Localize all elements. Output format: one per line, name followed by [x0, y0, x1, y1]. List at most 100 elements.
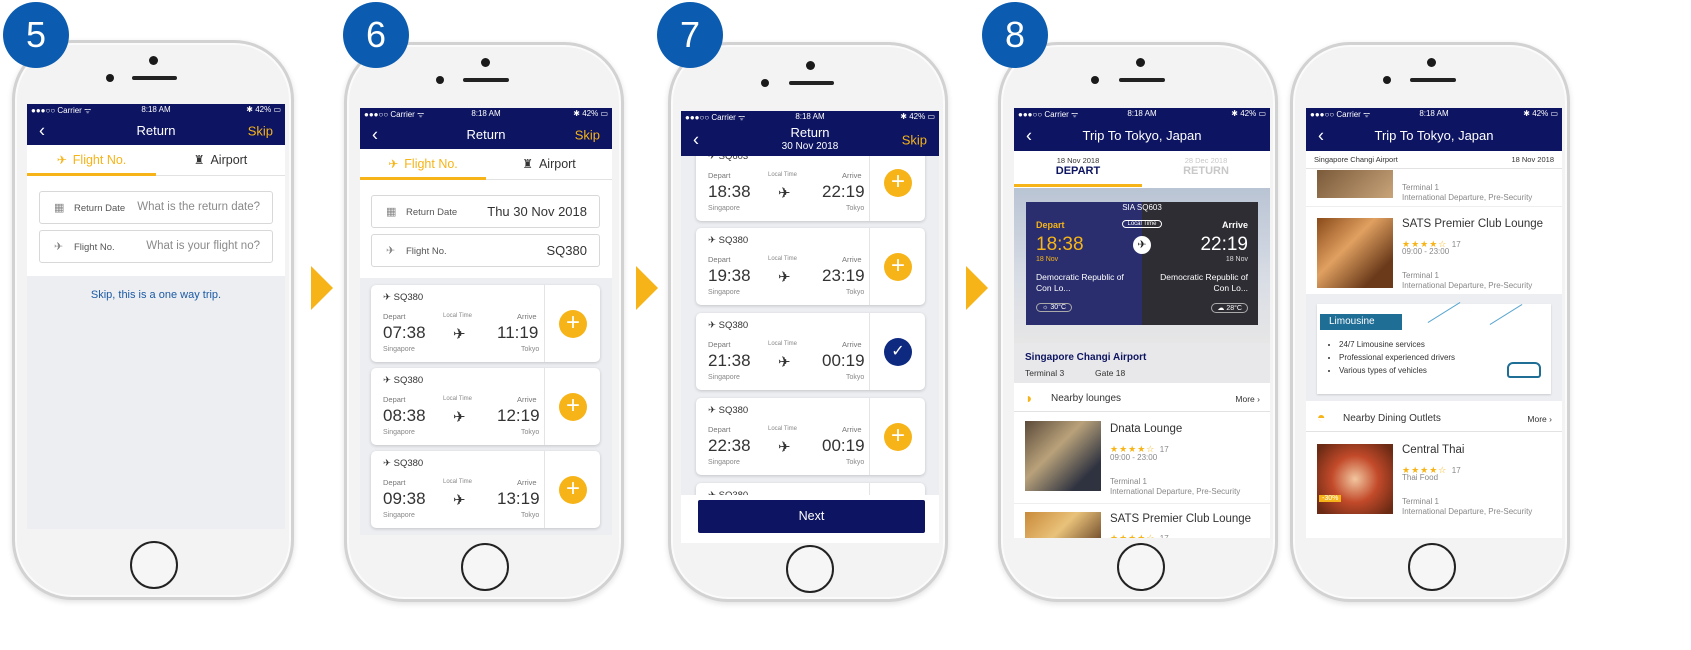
home-button[interactable] [786, 545, 834, 593]
arrive-label: Arrive [517, 395, 537, 404]
depart-label: Depart [383, 478, 406, 487]
discount-badge: -30% [1319, 495, 1342, 502]
field-placeholder: What is the return date? [137, 201, 260, 213]
arrive-label: Arrive [1221, 220, 1248, 230]
arrive-label: Arrive [517, 478, 537, 487]
add-icon[interactable]: + [559, 476, 587, 504]
page-title: Return [136, 123, 176, 138]
depart-time: 19:38 [708, 266, 751, 285]
field-value: SQ380 [546, 243, 587, 258]
destination-city: Tokyo [846, 374, 865, 381]
arrive-label: Arrive [842, 255, 862, 264]
lounge-name: SATS Premier Club Lounge [1110, 513, 1252, 525]
car-icon [1507, 362, 1541, 378]
depart-time: 09:38 [383, 489, 426, 508]
tab-label: Flight No. [404, 157, 458, 171]
tab-depart[interactable]: 18 Nov 2018 DEPART [1014, 151, 1142, 187]
step-badge-8: 8 [982, 2, 1048, 68]
origin-city: Singapore [383, 512, 415, 519]
lounge-photo [1317, 170, 1393, 198]
add-icon[interactable]: + [884, 169, 912, 197]
origin-city: Singapore [708, 459, 740, 466]
depart-time: 21:38 [708, 351, 751, 370]
lounge-list-item[interactable]: Terminal 1 International Departure, Pre-… [1306, 170, 1562, 205]
tab-label: Airport [210, 153, 248, 167]
battery-indicator: ✱ 42% ▭ [1231, 109, 1266, 118]
skip-button[interactable]: Skip [902, 133, 927, 148]
breadcrumb: Singapore Changi Airport 18 Nov 2018 [1306, 151, 1562, 169]
dining-list-item[interactable]: -30% Central Thai ★★★★☆ 17 Thai Food Ter… [1306, 433, 1562, 538]
one-way-link[interactable]: Skip, this is a one way trip. [27, 289, 285, 301]
airport-name: Singapore Changi Airport [1025, 352, 1147, 363]
list-item: Various types of vehicles [1339, 364, 1455, 377]
cuisine-type: Thai Food [1402, 473, 1439, 482]
phone-step-5: ●●●○○ Carrier ᯤ 8:18 AM ✱ 42% ▭ ‹ Return… [12, 40, 294, 600]
limousine-banner[interactable]: Limousine 24/7 Limousine services Profes… [1317, 302, 1551, 394]
tab-return[interactable]: 28 Dec 2018 RETURN [1142, 151, 1270, 187]
return-date-field[interactable]: ▦ Return Date Thu 30 Nov 2018 [371, 195, 600, 228]
flight-card[interactable]: ✈ SQ380 Depart Local Time Arrive 09:38 ✈… [371, 451, 600, 528]
arrive-time: 00:19 [822, 351, 865, 370]
plane-icon: ✈ [778, 354, 791, 371]
flight-card[interactable]: ✈ SQ380 Depart Local Time Arrive 08:38 ✈… [371, 368, 600, 445]
flight-no-field[interactable]: ✈ Flight No. SQ380 [371, 234, 600, 267]
terminal-label: Terminal 3 [1025, 368, 1065, 378]
home-button[interactable] [461, 543, 509, 591]
local-time-label: Local Time [443, 396, 473, 402]
add-icon[interactable]: + [559, 393, 587, 421]
arrive-place: Democratic Republic of Con Lo... [1160, 272, 1248, 293]
arrive-label: Arrive [842, 340, 862, 349]
add-icon[interactable]: + [884, 253, 912, 281]
tower-icon: ♜ [193, 153, 205, 167]
list-item: 24/7 Limousine services [1339, 338, 1455, 351]
section-title: Nearby lounges [1051, 393, 1122, 404]
return-date-field[interactable]: ▦ Return Date What is the return date? [39, 191, 273, 224]
screen: ●●●○○ Carrier ᯤ 8:18 AM ✱ 42% ▭ ‹ Trip T… [1306, 108, 1562, 538]
local-time-label: Local Time [443, 479, 473, 485]
tab-airport[interactable]: ♜ Airport [156, 145, 285, 176]
add-icon[interactable]: + [559, 310, 587, 338]
depart-date: 18 Nov [1036, 256, 1059, 263]
lounge-list-item[interactable]: SATS Premier Club Lounge ★★★★☆ 17 [1014, 503, 1270, 538]
depart-label: Depart [383, 312, 406, 321]
home-button[interactable] [1117, 543, 1165, 591]
flight-card[interactable]: ✈ SQ380 Depart Local Time Arrive 22:38 ✈… [696, 398, 925, 475]
page-subtitle: 30 Nov 2018 [781, 141, 839, 152]
tab-label: Flight No. [72, 153, 127, 167]
skip-button[interactable]: Skip [248, 124, 273, 139]
tab-label: Airport [538, 157, 576, 171]
location-desc: International Departure, Pre-Security [1402, 507, 1533, 516]
home-button[interactable] [1408, 543, 1456, 591]
depart-time: 07:38 [383, 323, 426, 342]
lounge-list-item[interactable]: SATS Premier Club Lounge ★★★★☆ 17 09:00 … [1306, 206, 1562, 294]
skip-button[interactable]: Skip [575, 128, 600, 143]
flight-card[interactable]: ✈ SQ380 Depart Local Time Arrive 07:38 ✈… [371, 285, 600, 362]
origin-city: Singapore [708, 374, 740, 381]
flight-card-selected[interactable]: ✈ SQ380 Depart Local Time Arrive 21:38 ✈… [696, 313, 925, 390]
flight-card[interactable]: ✈ SQ380 Depart Local Time Arrive 19:38 ✈… [696, 228, 925, 305]
more-link[interactable]: More › [1235, 394, 1260, 404]
hours: 09:00 - 23:00 [1110, 453, 1158, 462]
dining-header[interactable]: ◓ Nearby Dining Outlets More › [1306, 406, 1562, 432]
dining-icon: ◓ [1317, 409, 1326, 425]
lounges-header[interactable]: ◗ Nearby lounges More › [1014, 386, 1270, 412]
tab-airport[interactable]: ♜ Airport [486, 149, 612, 180]
battery-indicator: ✱ 42% ▭ [246, 105, 281, 114]
home-button[interactable] [130, 541, 178, 589]
tab-flight-no[interactable]: ✈ Flight No. [27, 145, 156, 176]
terminal: Terminal 1 [1402, 183, 1439, 192]
arrive-time: 13:19 [497, 489, 540, 508]
depart-weather-badge: ☼ 30°C [1036, 303, 1073, 312]
next-button[interactable]: Next [698, 500, 925, 533]
add-icon[interactable]: + [884, 423, 912, 451]
destination-city: Tokyo [846, 289, 865, 296]
lounge-photo [1025, 421, 1101, 491]
flight-no-field[interactable]: ✈ Flight No. What is your flight no? [39, 230, 273, 263]
field-value: Thu 30 Nov 2018 [487, 204, 587, 219]
arrive-label: Arrive [842, 425, 862, 434]
field-label: Return Date [74, 203, 126, 214]
more-link[interactable]: More › [1527, 414, 1552, 424]
checkmark-icon[interactable]: ✓ [884, 338, 912, 366]
lounge-list-item[interactable]: Dnata Lounge ★★★★☆ 17 09:00 - 23:00 Term… [1014, 413, 1270, 503]
tab-flight-no[interactable]: ✈ Flight No. [360, 149, 486, 180]
